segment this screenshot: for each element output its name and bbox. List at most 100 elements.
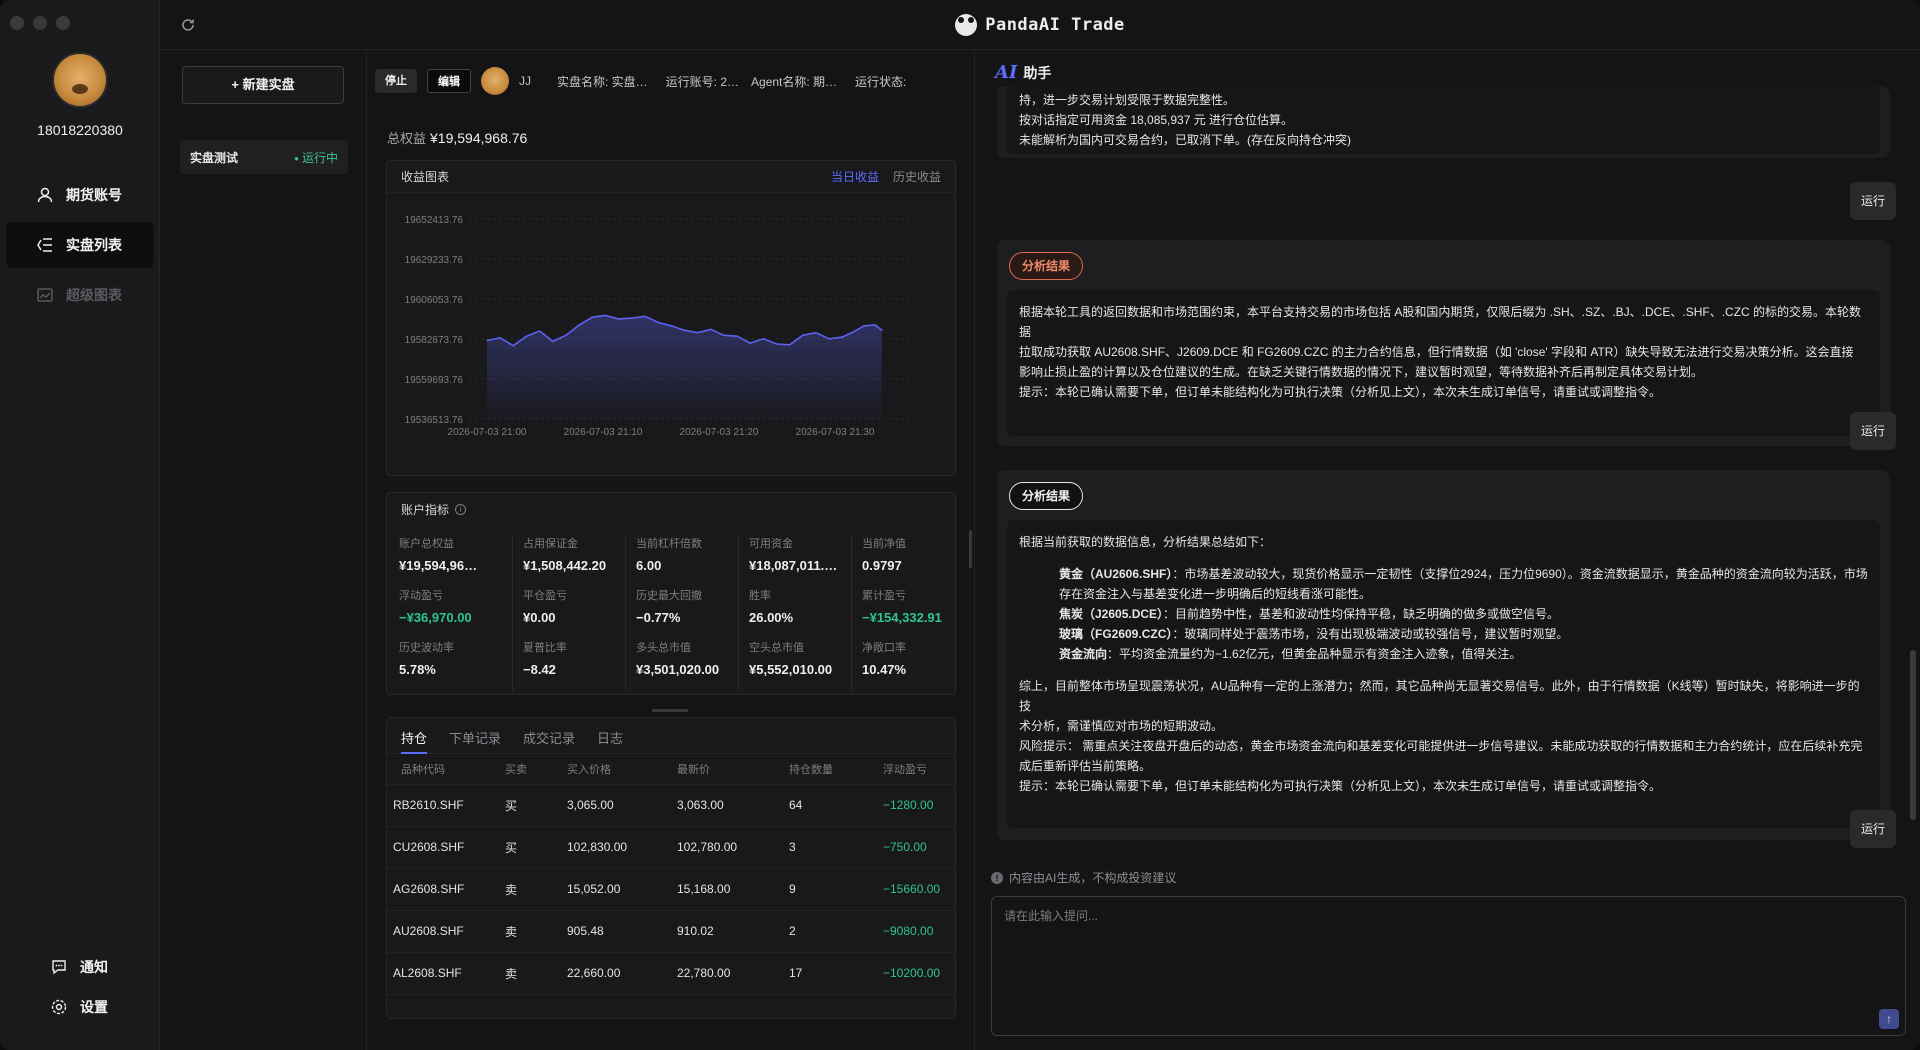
y-tick-label: 19536513.76 <box>405 415 464 426</box>
metric-label: 夏普比率 <box>523 642 567 654</box>
table-cell: 17 <box>785 952 879 995</box>
column-header[interactable]: 最新价 <box>673 754 785 785</box>
user-icon <box>36 186 54 204</box>
left-nav: 18018220380 期货账号 实盘列表 超级图表 通知 设置 <box>0 0 160 1050</box>
tab-positions-2[interactable]: 成交记录 <box>523 728 575 753</box>
ai-message-body: 根据当前获取的数据信息，分析结果总结如下： 黄金（AU2606.SHF）：市场基… <box>1007 520 1880 828</box>
x-tick-label: 2026-07-03 21:00 <box>448 427 527 438</box>
table-cell: 22,660.00 <box>563 952 673 995</box>
refresh-icon[interactable] <box>180 17 196 33</box>
tab-positions-1[interactable]: 下单记录 <box>449 728 501 753</box>
total-equity: 总权益 ¥19,594,968.76 <box>387 128 527 147</box>
account-metrics-panel: 账户指标 i 账户总权益 ¥19,594,96… 占用保证金 ¥1,508,442.2… <box>386 492 956 695</box>
table-row[interactable]: CU2608.SHF 买 102,830.00 102,780.00 3 −750.00 <box>387 826 955 869</box>
close-window-button[interactable] <box>10 16 24 30</box>
column-header[interactable]: 买入价格 <box>563 754 673 785</box>
column-header[interactable]: 买卖 <box>501 754 563 785</box>
avatar <box>481 67 509 95</box>
chart-panel-header: 收益图表 当日收益 历史收益 <box>387 161 955 193</box>
tab-today-pnl[interactable]: 当日收益 <box>831 168 879 185</box>
metric-item: 净敞口率 10.47% <box>851 639 964 691</box>
tab-positions-0[interactable]: 持仓 <box>401 728 428 754</box>
y-tick-label: 19652413.76 <box>405 215 464 226</box>
data-point <box>670 325 673 327</box>
table-cell: 买 <box>501 826 563 869</box>
analysis-bullet: 焦炭（J2605.DCE）：目前趋势中性，基差和波动性均保持平稳，缺乏明确的做多… <box>1019 604 1868 624</box>
data-point <box>552 340 554 343</box>
data-point <box>683 329 686 331</box>
metric-label: 胜率 <box>749 590 771 602</box>
data-point <box>565 334 567 337</box>
bullet-text: ：玻璃同样处于震荡市场，没有出现极端波动或较强信号，建议暂时观望。 <box>1172 627 1569 641</box>
nav-item-live-list[interactable]: 实盘列表 <box>6 222 154 268</box>
column-header[interactable]: 浮动盈亏 <box>879 754 955 785</box>
new-live-button[interactable]: + 新建实盘 <box>182 66 344 104</box>
zoom-window-button[interactable] <box>56 16 70 30</box>
analysis-result-badge: 分析结果 <box>1009 252 1084 280</box>
run-button[interactable]: 运行 <box>1850 810 1896 848</box>
edit-button[interactable]: 编辑 <box>427 69 471 93</box>
resize-handle[interactable] <box>652 709 688 712</box>
info-icon[interactable]: i <box>455 503 467 515</box>
message-line: 风险提示： 需重点关注夜盘开盘后的动态，黄金市场资金流向和基差变化可能提供进一步… <box>1019 739 1863 753</box>
column-resize-handle[interactable] <box>969 530 972 568</box>
metrics-header: 账户指标 i <box>387 493 955 525</box>
stop-button[interactable]: 停止 <box>375 69 417 93</box>
nav-settings[interactable]: 设置 <box>50 997 108 1017</box>
ai-message-card: 分析结果 根据当前获取的数据信息，分析结果总结如下： 黄金（AU2606.SHF… <box>997 470 1890 840</box>
info-icon: ! <box>991 871 1003 884</box>
question-input[interactable] <box>992 897 1905 1035</box>
ai-disclaimer: ! 内容由AI生成，不构成投资建议 <box>991 869 1176 886</box>
bullet-text: ：目前趋势中性，基差和波动性均保持平稳，缺乏明确的做多或做空信号。 <box>1163 607 1560 621</box>
table-row[interactable]: AL2608.SHF 卖 22,660.00 22,780.00 17 −10200.00 <box>387 952 955 995</box>
data-point <box>788 344 791 346</box>
ai-message-body: 根据本轮工具的返回数据和市场范围约束，本平台支持交易的市场包括 A股和国内期货，… <box>1007 290 1880 436</box>
table-row[interactable]: RB2610.SHF 买 3,065.00 3,063.00 64 −1280.00 <box>387 784 955 827</box>
nav-item-futures-account[interactable]: 期货账号 <box>6 172 154 218</box>
send-icon[interactable]: ↑ <box>1879 1009 1899 1029</box>
column-header[interactable]: 持仓数量 <box>785 754 879 785</box>
metric-label: 累计盈亏 <box>862 590 906 602</box>
table-cell: 3 <box>785 826 879 869</box>
ai-logo-icon: AI <box>995 62 1018 83</box>
tab-positions-3[interactable]: 日志 <box>597 728 623 753</box>
ai-scrollbar[interactable] <box>1910 650 1916 820</box>
table-row[interactable]: AG2608.SHF 卖 15,052.00 15,168.00 9 −15660.00 <box>387 868 955 911</box>
metric-item: 账户总权益 ¥19,594,96… <box>399 535 512 587</box>
message-line: 综上，目前整体市场呈现震荡状况，AU品种有一定的上涨潜力；然而，其它品种尚无显著… <box>1019 679 1860 713</box>
avatar[interactable] <box>52 52 108 108</box>
nav-item-super-chart[interactable]: 超级图表 <box>6 272 154 318</box>
bullet-key: 焦炭（J2605.DCE） <box>1059 607 1164 621</box>
data-point <box>852 331 855 333</box>
data-point <box>736 335 738 337</box>
metrics-title: 账户指标 <box>401 502 450 517</box>
x-tick-label: 2026-07-03 21:10 <box>564 427 643 438</box>
app-title-text: PandaAI Trade <box>985 14 1125 35</box>
table-header-row: 品种代码 买卖 买入价格 最新价 持仓数量 浮动盈亏 <box>387 754 955 785</box>
data-point <box>512 344 515 347</box>
message-line: 根据当前获取的数据信息，分析结果总结如下： <box>1019 535 1272 549</box>
run-button[interactable]: 运行 <box>1850 412 1896 450</box>
metric-item: 历史最大回撤 −0.77% <box>625 587 738 639</box>
metric-value: ¥18,087,011.… <box>749 558 838 573</box>
metric-value: 26.00% <box>749 610 794 625</box>
metric-item: 可用资金 ¥18,087,011.… <box>738 535 851 587</box>
metric-item: 夏普比率 −8.42 <box>512 639 625 691</box>
status-badge: 运行中 <box>294 149 338 166</box>
table-cell: 102,830.00 <box>563 826 673 869</box>
table-cell: 9 <box>785 868 879 911</box>
table-cell: 2 <box>785 910 879 953</box>
message-icon <box>50 958 68 976</box>
minimize-window-button[interactable] <box>33 16 47 30</box>
disclaimer-text: 内容由AI生成，不构成投资建议 <box>1009 871 1177 885</box>
nav-notify[interactable]: 通知 <box>50 957 108 977</box>
metric-item: 空头总市值 ¥5,552,010.00 <box>738 639 851 691</box>
list-item[interactable]: 实盘测试 运行中 <box>180 140 348 174</box>
data-point <box>696 331 699 334</box>
y-tick-label: 19629233.76 <box>405 255 464 266</box>
run-button[interactable]: 运行 <box>1850 182 1896 220</box>
column-header[interactable]: 品种代码 <box>387 754 501 785</box>
tab-history-pnl[interactable]: 历史收益 <box>893 168 941 185</box>
table-row[interactable]: AU2608.SHF 卖 905.48 910.02 2 −9080.00 <box>387 910 955 953</box>
series-area <box>487 315 882 419</box>
